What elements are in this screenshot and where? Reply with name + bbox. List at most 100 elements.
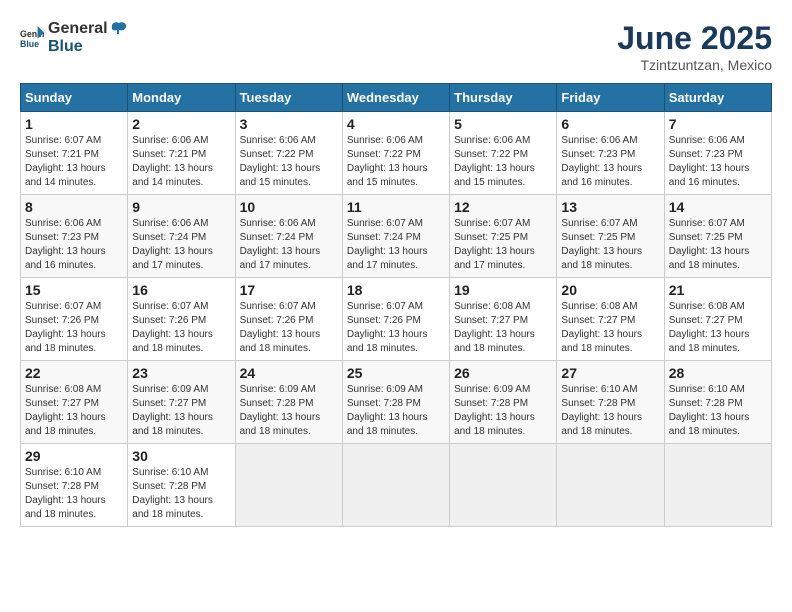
day-number: 3 (240, 116, 338, 132)
daylight-text: Daylight: 13 hours and 15 minutes. (240, 163, 321, 188)
calendar-cell: 14Sunrise: 6:07 AMSunset: 7:25 PMDayligh… (664, 195, 771, 278)
sunset-text: Sunset: 7:28 PM (240, 398, 314, 409)
daylight-text: Daylight: 13 hours and 15 minutes. (347, 163, 428, 188)
calendar-cell: 18 Sunrise: 6:07 AMSunset: 7:26 PMDayligh… (342, 278, 449, 361)
calendar-cell (557, 444, 664, 527)
column-header-thursday: Thursday (450, 84, 557, 112)
sunrise-text: Sunrise: 6:07 AM (347, 218, 423, 229)
daylight-text: Daylight: 13 hours and 17 minutes. (454, 246, 535, 271)
day-number: 27 (561, 365, 659, 381)
sunset-text: Sunset: 7:27 PM (132, 398, 206, 409)
day-info: Sunrise: 6:06 AMSunset: 7:22 PMDaylight:… (240, 134, 338, 190)
calendar-subtitle: Tzintzuntzan, Mexico (617, 57, 772, 73)
sunrise-text: Sunrise: 6:10 AM (25, 467, 101, 478)
day-info: Sunrise: 6:10 AMSunset: 7:28 PMDaylight:… (132, 466, 230, 522)
title-section: June 2025 Tzintzuntzan, Mexico (617, 20, 772, 73)
daylight-text: Daylight: 13 hours and 18 minutes. (240, 329, 321, 354)
column-header-tuesday: Tuesday (235, 84, 342, 112)
sunrise-text: Sunrise: 6:09 AM (454, 384, 530, 395)
calendar-cell (450, 444, 557, 527)
calendar-header-row: SundayMondayTuesdayWednesdayThursdayFrid… (21, 84, 772, 112)
day-info: Sunrise: 6:10 AMSunset: 7:28 PMDaylight:… (25, 466, 123, 522)
sunset-text: Sunset: 7:27 PM (25, 398, 99, 409)
day-number: 20 (561, 282, 659, 298)
sunset-text: Sunset: 7:28 PM (132, 481, 206, 492)
calendar-cell: 19Sunrise: 6:08 AMSunset: 7:27 PMDayligh… (450, 278, 557, 361)
calendar-cell: 12Sunrise: 6:07 AMSunset: 7:25 PMDayligh… (450, 195, 557, 278)
sunset-text: Sunset: 7:28 PM (669, 398, 743, 409)
calendar-week-row: 8Sunrise: 6:06 AMSunset: 7:23 PMDaylight… (21, 195, 772, 278)
sunrise-text: Sunrise: 6:06 AM (669, 135, 745, 146)
column-header-saturday: Saturday (664, 84, 771, 112)
day-info: Sunrise: 6:10 AMSunset: 7:28 PMDaylight:… (669, 383, 767, 439)
sunrise-text: Sunrise: 6:08 AM (454, 301, 530, 312)
sunrise-text: Sunrise: 6:08 AM (669, 301, 745, 312)
daylight-text: Daylight: 13 hours and 16 minutes. (669, 163, 750, 188)
day-info: Sunrise: 6:06 AMSunset: 7:23 PMDaylight:… (25, 217, 123, 273)
day-info: Sunrise: 6:06 AMSunset: 7:22 PMDaylight:… (454, 134, 552, 190)
sunset-text: Sunset: 7:25 PM (561, 232, 635, 243)
calendar-cell: 5 Sunrise: 6:06 AMSunset: 7:22 PMDaylight… (450, 112, 557, 195)
day-number: 11 (347, 199, 445, 215)
day-info: Sunrise: 6:06 AMSunset: 7:21 PMDaylight:… (132, 134, 230, 190)
day-number: 26 (454, 365, 552, 381)
sunrise-text: Sunrise: 6:07 AM (132, 301, 208, 312)
sunrise-text: Sunrise: 6:09 AM (240, 384, 316, 395)
daylight-text: Daylight: 13 hours and 18 minutes. (669, 246, 750, 271)
calendar-cell: 13Sunrise: 6:07 AMSunset: 7:25 PMDayligh… (557, 195, 664, 278)
logo-blue: Blue (48, 38, 128, 56)
sunrise-text: Sunrise: 6:06 AM (240, 218, 316, 229)
sunset-text: Sunset: 7:25 PM (454, 232, 528, 243)
daylight-text: Daylight: 13 hours and 14 minutes. (132, 163, 213, 188)
calendar-cell: 4Sunrise: 6:06 AMSunset: 7:22 PMDaylight… (342, 112, 449, 195)
sunset-text: Sunset: 7:27 PM (561, 315, 635, 326)
day-number: 17 (240, 282, 338, 298)
sunset-text: Sunset: 7:27 PM (454, 315, 528, 326)
day-info: Sunrise: 6:07 AMSunset: 7:26 PMDaylight:… (25, 300, 123, 356)
sunset-text: Sunset: 7:22 PM (240, 149, 314, 160)
day-number: 10 (240, 199, 338, 215)
sunset-text: Sunset: 7:21 PM (132, 149, 206, 160)
calendar-week-row: 1Sunrise: 6:07 AMSunset: 7:21 PMDaylight… (21, 112, 772, 195)
day-info: Sunrise: 6:07 AMSunset: 7:26 PMDaylight:… (347, 300, 445, 356)
day-number: 7 (669, 116, 767, 132)
sunrise-text: Sunrise: 6:10 AM (561, 384, 637, 395)
daylight-text: Daylight: 13 hours and 18 minutes. (25, 495, 106, 520)
day-number: 18 (347, 282, 445, 298)
daylight-text: Daylight: 13 hours and 18 minutes. (25, 329, 106, 354)
logo-bird-icon (110, 20, 128, 38)
day-number: 30 (132, 448, 230, 464)
calendar-cell: 22Sunrise: 6:08 AMSunset: 7:27 PMDayligh… (21, 361, 128, 444)
sunrise-text: Sunrise: 6:07 AM (347, 301, 423, 312)
calendar-cell (235, 444, 342, 527)
day-info: Sunrise: 6:07 AMSunset: 7:25 PMDaylight:… (561, 217, 659, 273)
day-number: 5 (454, 116, 552, 132)
day-info: Sunrise: 6:07 AMSunset: 7:26 PMDaylight:… (132, 300, 230, 356)
day-number: 15 (25, 282, 123, 298)
day-info: Sunrise: 6:06 AMSunset: 7:23 PMDaylight:… (561, 134, 659, 190)
calendar-cell: 21Sunrise: 6:08 AMSunset: 7:27 PMDayligh… (664, 278, 771, 361)
calendar-cell: 30 Sunrise: 6:10 AMSunset: 7:28 PMDayligh… (128, 444, 235, 527)
day-number: 21 (669, 282, 767, 298)
day-info: Sunrise: 6:08 AMSunset: 7:27 PMDaylight:… (454, 300, 552, 356)
calendar-cell: 17Sunrise: 6:07 AMSunset: 7:26 PMDayligh… (235, 278, 342, 361)
daylight-text: Daylight: 13 hours and 18 minutes. (347, 329, 428, 354)
day-info: Sunrise: 6:07 AMSunset: 7:25 PMDaylight:… (669, 217, 767, 273)
calendar-cell (664, 444, 771, 527)
daylight-text: Daylight: 13 hours and 18 minutes. (561, 412, 642, 437)
calendar-cell: 6Sunrise: 6:06 AMSunset: 7:23 PMDaylight… (557, 112, 664, 195)
sunset-text: Sunset: 7:23 PM (25, 232, 99, 243)
day-number: 12 (454, 199, 552, 215)
day-info: Sunrise: 6:06 AMSunset: 7:22 PMDaylight:… (347, 134, 445, 190)
sunrise-text: Sunrise: 6:07 AM (25, 135, 101, 146)
daylight-text: Daylight: 13 hours and 17 minutes. (240, 246, 321, 271)
daylight-text: Daylight: 13 hours and 18 minutes. (561, 246, 642, 271)
sunrise-text: Sunrise: 6:06 AM (132, 218, 208, 229)
page-header: General Blue General Blue June 2025 Tzin… (20, 20, 772, 73)
calendar-cell: 24Sunrise: 6:09 AMSunset: 7:28 PMDayligh… (235, 361, 342, 444)
calendar-cell: 29Sunrise: 6:10 AMSunset: 7:28 PMDayligh… (21, 444, 128, 527)
day-info: Sunrise: 6:06 AMSunset: 7:23 PMDaylight:… (669, 134, 767, 190)
sunset-text: Sunset: 7:28 PM (347, 398, 421, 409)
calendar-title: June 2025 (617, 20, 772, 57)
daylight-text: Daylight: 13 hours and 16 minutes. (25, 246, 106, 271)
